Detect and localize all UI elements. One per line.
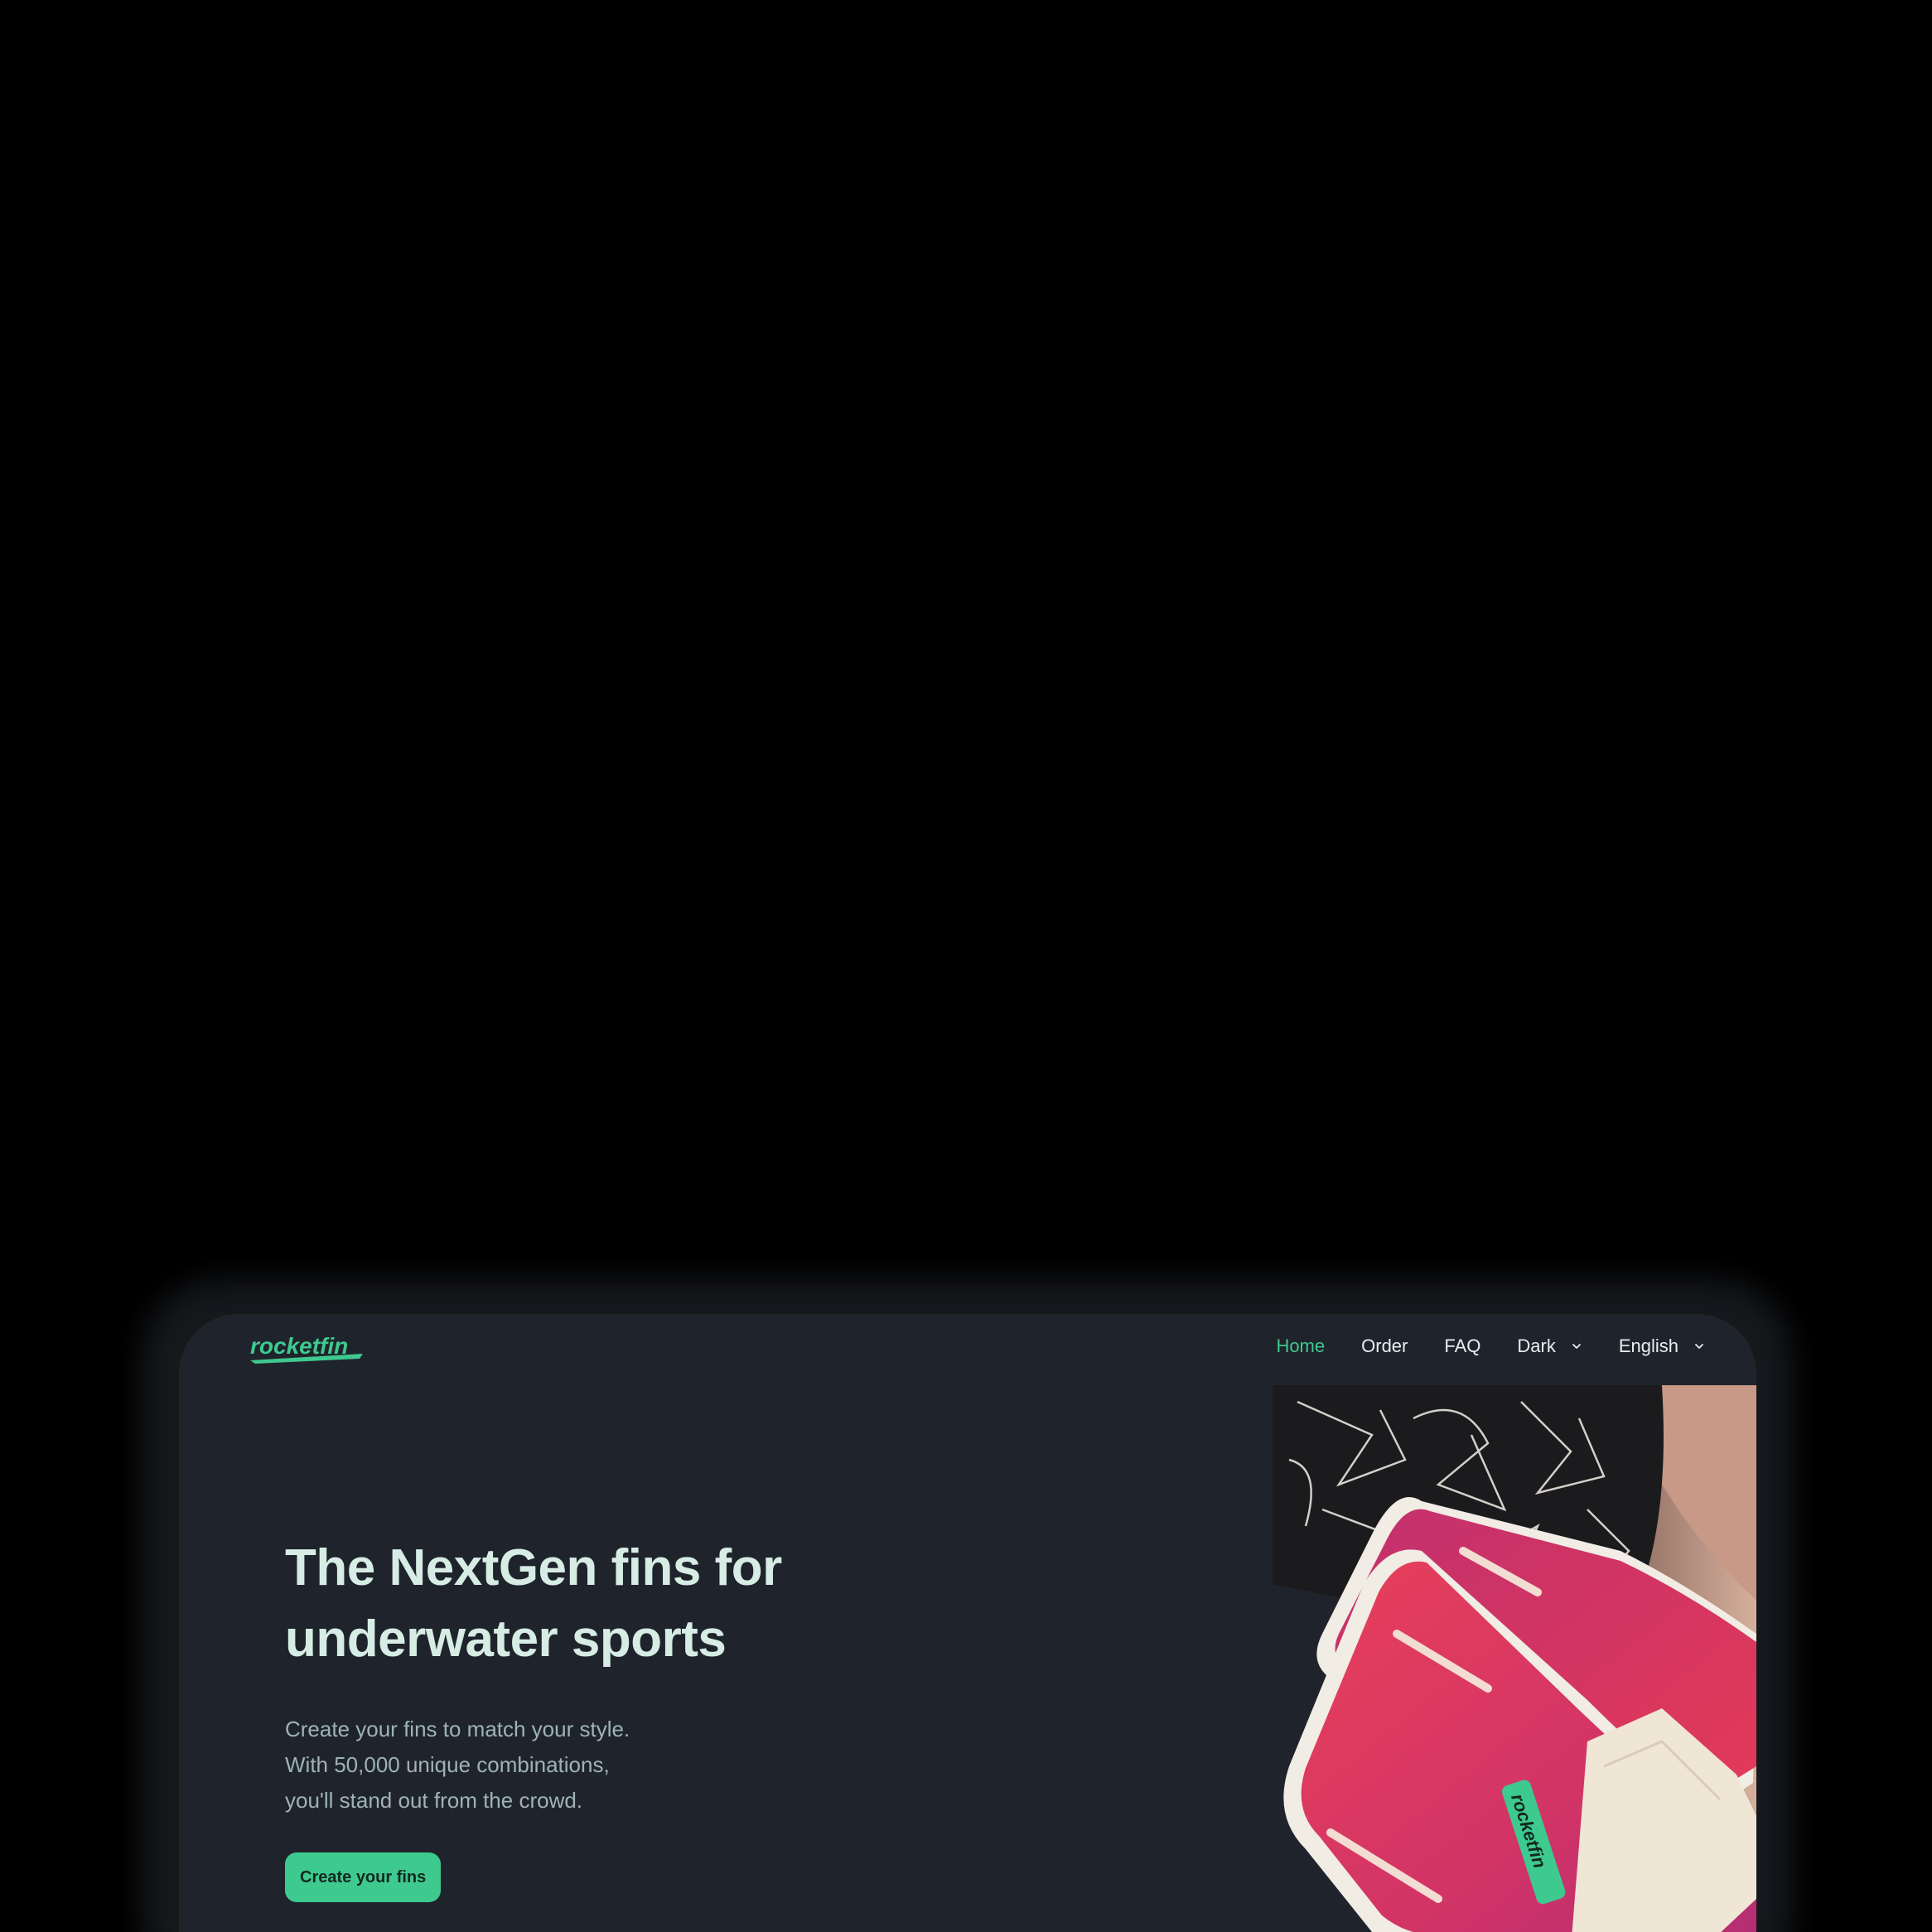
hero-subtitle-line-3: you'll stand out from the crowd. — [285, 1788, 583, 1813]
nav-faq-link[interactable]: FAQ — [1444, 1335, 1480, 1357]
rocketfin-logo-mark: rocketfin — [250, 1333, 363, 1364]
theme-select-label: Dark — [1517, 1335, 1556, 1356]
language-select[interactable]: English — [1619, 1335, 1705, 1357]
nav-home-link[interactable]: Home — [1276, 1335, 1325, 1357]
top-nav: rocketfin Home Order FAQ Dark English — [179, 1314, 1756, 1385]
hero-product-photo: rocketfin — [1273, 1385, 1756, 1932]
hero-title-line-2: underwater sports — [285, 1611, 727, 1668]
browser-window: rocketfin Home Order FAQ Dark English Th… — [179, 1314, 1756, 1932]
hero-subtitle-line-1: Create your fins to match your style. — [285, 1717, 630, 1741]
theme-select[interactable]: Dark — [1517, 1335, 1582, 1357]
hero-subtitle: Create your fins to match your style. Wi… — [285, 1712, 782, 1818]
hero-title: The NextGen fins for underwater sports — [285, 1533, 1031, 1675]
chevron-down-icon — [1572, 1344, 1581, 1349]
fin-photo-illustration: rocketfin — [1273, 1385, 1756, 1932]
nav-order-link[interactable]: Order — [1361, 1335, 1408, 1357]
hero-subtitle-line-2: With 50,000 unique combinations, — [285, 1752, 610, 1777]
hero-title-line-1: The NextGen fins for — [285, 1539, 782, 1596]
language-select-label: English — [1618, 1335, 1678, 1356]
chevron-down-icon — [1695, 1344, 1703, 1349]
rocketfin-logo[interactable]: rocketfin — [249, 1329, 373, 1369]
nav-menu: Home Order FAQ Dark English — [1276, 1335, 1705, 1357]
create-your-fins-button[interactable]: Create your fins — [285, 1852, 442, 1902]
screenshot-canvas: rocketfin Home Order FAQ Dark English Th… — [0, 0, 1932, 1932]
logo-wordmark: rocketfin — [250, 1333, 348, 1359]
